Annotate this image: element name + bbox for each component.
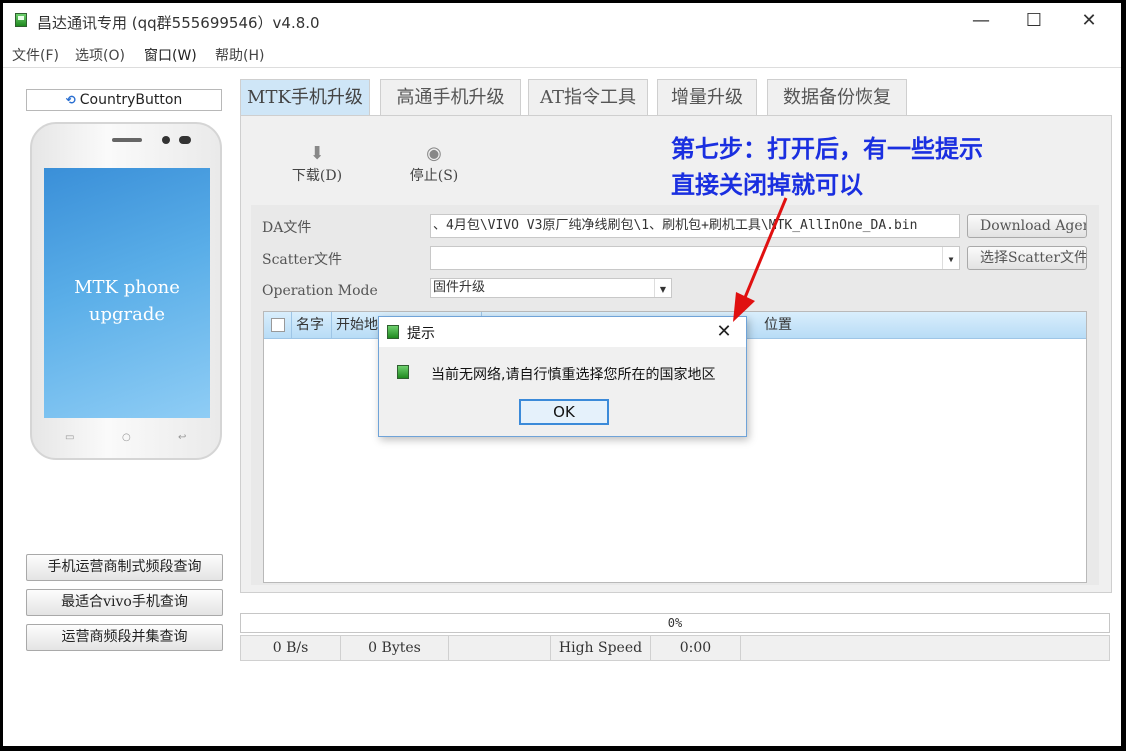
maximize-button[interactable]: ☐ — [1008, 3, 1060, 39]
menu-separator — [3, 67, 1121, 68]
phone-image: MTK phone upgrade ▭ ○ ↩ — [30, 122, 222, 460]
phone-camera — [162, 136, 170, 144]
menu-options[interactable]: 选项(O) — [75, 45, 125, 65]
title-bar: 昌达通讯专用 (qq群555699546）v4.8.0 — ☐ ✕ — [3, 3, 1121, 39]
column-name[interactable]: 名字 — [292, 312, 332, 338]
operation-mode-select[interactable]: 固件升级 ▼ — [430, 278, 672, 298]
operation-mode-value: 固件升级 — [433, 280, 486, 295]
operation-mode-label: Operation Mode — [262, 283, 378, 299]
download-agent-button[interactable]: Download Agent — [967, 214, 1087, 238]
dialog-close-icon[interactable]: ✕ — [709, 319, 739, 345]
progress-bar: 0% — [240, 613, 1110, 633]
download-button[interactable]: ⬇ 下载(D) — [282, 143, 352, 185]
phone-sensor — [179, 136, 191, 144]
phone-screen-text: MTK phone upgrade — [74, 277, 180, 325]
tab-at-tool[interactable]: AT指令工具 — [528, 79, 648, 115]
tab-qualcomm-upgrade[interactable]: 高通手机升级 — [380, 79, 521, 115]
app-icon — [15, 13, 27, 27]
usb-speed: High Speed — [551, 636, 651, 660]
dialog-message: 当前无网络,请自行慎重选择您所在的国家地区 — [431, 367, 716, 383]
status-bar: 0 B/s 0 Bytes High Speed 0:00 — [240, 635, 1110, 661]
menu-bar: 文件(F) 选项(O) 窗口(W) 帮助(H) — [3, 41, 1121, 65]
transfer-bytes: 0 Bytes — [341, 636, 449, 660]
close-button[interactable]: ✕ — [1063, 3, 1115, 39]
status-empty — [449, 636, 551, 660]
select-all-header — [264, 312, 292, 338]
column-location[interactable]: 位置 — [760, 312, 1086, 338]
scatter-file-label: Scatter文件 — [262, 252, 343, 268]
prompt-dialog: 提示 ✕ 当前无网络,请自行慎重选择您所在的国家地区 OK — [378, 316, 747, 437]
scatter-file-combo[interactable]: ▼ — [430, 246, 960, 270]
minimize-button[interactable]: — — [955, 3, 1007, 39]
da-file-label: DA文件 — [262, 220, 312, 236]
progress-text: 0% — [667, 616, 683, 630]
country-button[interactable]: ⟲ CountryButton — [26, 89, 222, 111]
chevron-down-icon[interactable]: ▼ — [942, 247, 959, 269]
elapsed-time: 0:00 — [651, 636, 741, 660]
window-title: 昌达通讯专用 (qq群555699546）v4.8.0 — [37, 14, 320, 32]
menu-key-icon: ▭ — [65, 432, 75, 443]
tab-incremental-upgrade[interactable]: 增量升级 — [657, 79, 757, 115]
stop-circle-icon: ◉ — [426, 143, 442, 164]
message-app-icon — [397, 365, 409, 379]
stop-label: 停止(S) — [409, 168, 459, 184]
tutorial-annotation: 第七步：打开后，有一些提示 直接关闭掉就可以 — [671, 135, 983, 199]
phone-speaker — [112, 138, 142, 142]
stop-button[interactable]: ◉ 停止(S) — [399, 143, 469, 185]
select-scatter-button[interactable]: 选择Scatter文件 — [967, 246, 1087, 270]
chevron-down-icon[interactable]: ▼ — [654, 279, 671, 297]
country-button-label: CountryButton — [79, 92, 183, 108]
dialog-title: 提示 — [407, 326, 435, 342]
back-key-icon: ↩ — [178, 432, 187, 443]
phone-screen: MTK phone upgrade — [44, 168, 210, 418]
app-icon — [387, 325, 399, 339]
tab-mtk-upgrade[interactable]: MTK手机升级 — [240, 79, 370, 115]
ok-button[interactable]: OK — [519, 399, 609, 425]
da-file-input[interactable]: 、4月包\VIVO V3原厂纯净线刷包\1、刷机包+刷机工具\MTK_AllIn… — [430, 214, 960, 238]
carrier-band-query-button[interactable]: 手机运营商制式频段查询 — [26, 554, 223, 581]
main-window: 昌达通讯专用 (qq群555699546）v4.8.0 — ☐ ✕ 文件(F) … — [3, 3, 1121, 746]
download-label: 下载(D) — [291, 168, 343, 184]
menu-window[interactable]: 窗口(W) — [144, 45, 197, 65]
menu-file[interactable]: 文件(F) — [12, 45, 59, 65]
transfer-speed: 0 B/s — [241, 636, 341, 660]
tab-data-backup[interactable]: 数据备份恢复 — [767, 79, 907, 115]
home-key-icon: ○ — [122, 432, 131, 443]
band-union-query-button[interactable]: 运营商频段并集查询 — [26, 624, 223, 651]
refresh-icon: ⟲ — [65, 93, 76, 107]
select-all-checkbox[interactable] — [271, 318, 285, 332]
download-arrow-icon: ⬇ — [309, 143, 325, 164]
dialog-title-bar: 提示 ✕ — [379, 317, 746, 347]
menu-help[interactable]: 帮助(H) — [215, 45, 264, 65]
vivo-phone-query-button[interactable]: 最适合vivo手机查询 — [26, 589, 223, 616]
